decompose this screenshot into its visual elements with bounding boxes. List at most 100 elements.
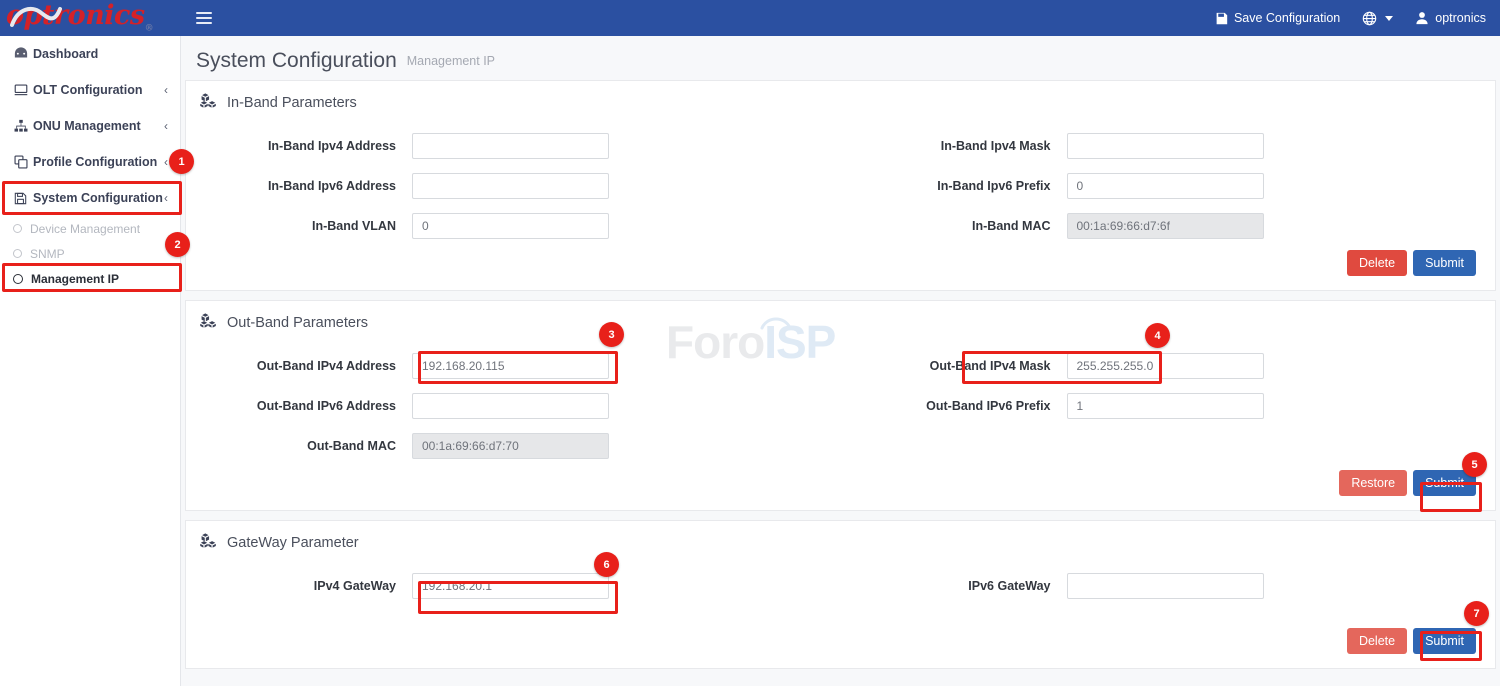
out-band-button-row: Restore Submit <box>186 470 1495 496</box>
annotation-badge-2: 2 <box>165 232 190 257</box>
gateway-fields-grid: IPv4 GateWay IPv6 GateWay <box>186 566 1495 606</box>
in-band-right-column: In-Band Ipv4 Mask In-Band Ipv6 Prefix In… <box>841 126 1496 246</box>
field-in-band-vlan: In-Band VLAN <box>186 206 841 246</box>
brand-logo-text: optronics® <box>6 2 153 33</box>
field-ipv6-gateway: IPv6 GateWay <box>841 566 1496 606</box>
out-band-ipv4-address-input[interactable] <box>412 353 609 379</box>
in-band-fields-grid: In-Band Ipv4 Address In-Band Ipv6 Addres… <box>186 126 1495 246</box>
field-label: IPv4 GateWay <box>186 579 412 593</box>
out-band-panel-title-label: Out-Band Parameters <box>227 315 368 331</box>
out-band-ipv6-address-input[interactable] <box>412 393 609 419</box>
field-in-band-mac: In-Band MAC <box>841 206 1496 246</box>
sitemap-icon <box>14 119 33 133</box>
chevron-left-icon: ‹ <box>164 119 168 133</box>
in-band-delete-button[interactable]: Delete <box>1347 250 1407 276</box>
gateway-delete-button[interactable]: Delete <box>1347 628 1407 654</box>
out-band-fields-grid: Out-Band IPv4 Address Out-Band IPv6 Addr… <box>186 346 1495 466</box>
badge-number: 2 <box>174 239 180 251</box>
field-out-band-ipv6-prefix: Out-Band IPv6 Prefix <box>841 386 1496 426</box>
field-out-band-ipv6-address: Out-Band IPv6 Address <box>186 386 841 426</box>
save-configuration-button[interactable]: Save Configuration <box>1215 11 1340 25</box>
field-in-band-ipv4-mask: In-Band Ipv4 Mask <box>841 126 1496 166</box>
chevron-down-icon <box>1385 16 1393 21</box>
out-band-restore-button[interactable]: Restore <box>1339 470 1407 496</box>
field-ipv4-gateway: IPv4 GateWay <box>186 566 841 606</box>
field-label: Out-Band IPv4 Address <box>186 359 412 373</box>
in-band-parameters-panel: In-Band Parameters In-Band Ipv4 Address … <box>185 80 1496 291</box>
in-band-ipv4-address-input[interactable] <box>412 133 609 159</box>
user-name-label: optronics <box>1435 11 1486 25</box>
in-band-mac-input <box>1067 213 1264 239</box>
out-band-ipv6-prefix-input[interactable] <box>1067 393 1264 419</box>
field-out-band-ipv4-address: Out-Band IPv4 Address <box>186 346 841 386</box>
badge-number: 4 <box>1154 330 1160 342</box>
badge-number: 3 <box>608 329 614 341</box>
sidebar-item-onu-management[interactable]: ONU Management ‹ <box>0 108 180 144</box>
sidebar-item-label: System Configuration <box>33 191 164 205</box>
in-band-ipv4-mask-input[interactable] <box>1067 133 1264 159</box>
gateway-submit-button[interactable]: Submit <box>1413 628 1476 654</box>
field-label: Out-Band IPv4 Mask <box>841 359 1067 373</box>
sidebar-item-label: OLT Configuration <box>33 83 164 97</box>
sidebar-subitem-device-management[interactable]: Device Management <box>0 216 180 241</box>
in-band-vlan-input[interactable] <box>412 213 609 239</box>
field-label: In-Band VLAN <box>186 219 412 233</box>
field-label: Out-Band IPv6 Address <box>186 399 412 413</box>
annotation-badge-3: 3 <box>599 322 624 347</box>
out-band-panel-title: Out-Band Parameters <box>186 313 1495 332</box>
in-band-submit-button[interactable]: Submit <box>1413 250 1476 276</box>
main-content: System Configuration Management IP In-Ba… <box>181 36 1500 686</box>
sidebar-item-dashboard[interactable]: Dashboard <box>0 36 180 72</box>
gateway-panel-title: GateWay Parameter <box>186 533 1495 552</box>
language-selector[interactable] <box>1362 11 1393 26</box>
ipv6-gateway-input[interactable] <box>1067 573 1264 599</box>
sidebar-subitem-snmp[interactable]: SNMP <box>0 241 180 266</box>
badge-number: 6 <box>603 559 609 571</box>
out-band-spacer-row <box>841 426 1496 466</box>
page-header: System Configuration Management IP <box>181 36 1500 80</box>
save-icon <box>14 192 33 205</box>
brand-logo-label: optronics <box>6 0 145 31</box>
sidebar-navigation: Dashboard OLT Configuration ‹ ONU Manage… <box>0 36 181 686</box>
field-in-band-ipv4-address: In-Band Ipv4 Address <box>186 126 841 166</box>
sidebar-item-label: Dashboard <box>33 47 168 61</box>
menu-toggle-icon[interactable] <box>193 7 215 29</box>
sidebar-item-system-configuration[interactable]: System Configuration ‹ <box>0 180 180 216</box>
sidebar-subitem-management-ip[interactable]: Management IP <box>0 266 180 291</box>
badge-number: 5 <box>1471 459 1477 471</box>
in-band-ipv6-prefix-input[interactable] <box>1067 173 1264 199</box>
top-header-bar: optronics® Save Configuration opt <box>0 0 1500 36</box>
badge-number: 7 <box>1473 608 1479 620</box>
annotation-badge-4: 4 <box>1145 323 1170 348</box>
field-label: In-Band MAC <box>841 219 1067 233</box>
field-label: Out-Band IPv6 Prefix <box>841 399 1067 413</box>
sidebar-subitem-label: SNMP <box>30 247 65 261</box>
out-band-left-column: Out-Band IPv4 Address Out-Band IPv6 Addr… <box>186 346 841 466</box>
out-band-parameters-panel: ForoISP Out-Band Parameters Out-Band IPv… <box>185 300 1496 511</box>
user-menu[interactable]: optronics <box>1415 11 1486 25</box>
annotation-badge-1: 1 <box>169 149 194 174</box>
circle-icon <box>13 274 23 284</box>
gateway-right-column: IPv6 GateWay <box>841 566 1496 606</box>
field-out-band-ipv4-mask: Out-Band IPv4 Mask <box>841 346 1496 386</box>
sidebar-item-label: Profile Configuration <box>33 155 164 169</box>
field-out-band-mac: Out-Band MAC <box>186 426 841 466</box>
in-band-button-row: Delete Submit <box>186 250 1495 276</box>
badge-number: 1 <box>178 156 184 168</box>
user-icon <box>1415 11 1429 25</box>
brand-logo[interactable]: optronics® <box>0 0 181 36</box>
sidebar-item-olt-configuration[interactable]: OLT Configuration ‹ <box>0 72 180 108</box>
sidebar-item-profile-configuration[interactable]: Profile Configuration ‹ <box>0 144 180 180</box>
dashboard-icon <box>14 47 33 61</box>
sidebar-subitem-label: Device Management <box>30 222 140 236</box>
page-title: System Configuration <box>196 49 397 73</box>
out-band-ipv4-mask-input[interactable] <box>1067 353 1264 379</box>
sidebar-subitem-label: Management IP <box>31 272 119 286</box>
gateway-button-row: Delete Submit <box>186 628 1495 654</box>
sidebar-item-label: ONU Management <box>33 119 164 133</box>
in-band-ipv6-address-input[interactable] <box>412 173 609 199</box>
ipv4-gateway-input[interactable] <box>412 573 609 599</box>
field-label: In-Band Ipv4 Address <box>186 139 412 153</box>
cubes-icon <box>200 93 217 112</box>
in-band-panel-title: In-Band Parameters <box>186 93 1495 112</box>
